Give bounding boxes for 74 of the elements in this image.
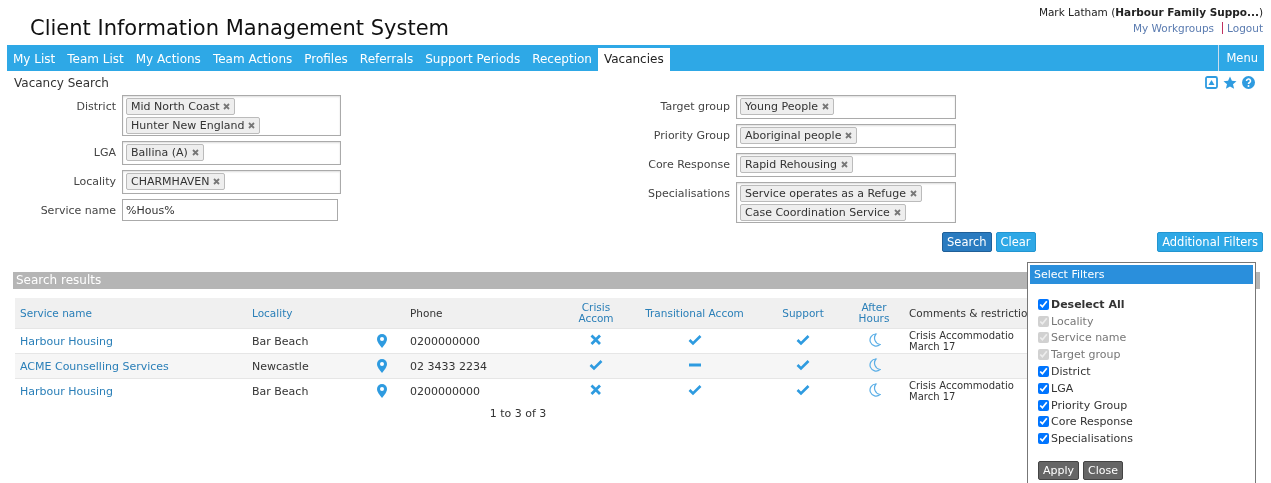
map-pin-icon[interactable]	[377, 334, 387, 348]
table-cell: Newcastle	[252, 359, 309, 373]
field-label: Target group	[659, 99, 730, 115]
app-title: Client Information Management System	[30, 15, 450, 40]
checkbox-label[interactable]: Priority Group	[1051, 398, 1128, 412]
close-button[interactable]: Close	[1083, 461, 1124, 481]
field-label: Specialisations	[647, 186, 730, 202]
map-pin-icon[interactable]	[377, 359, 387, 373]
checkbox-label[interactable]: Specialisations	[1051, 432, 1133, 446]
table-cell: 0200000000	[410, 384, 480, 398]
field-label: Locality	[72, 174, 116, 190]
field-label: LGA	[92, 145, 116, 161]
apply-button[interactable]: Apply	[1038, 461, 1080, 481]
checkbox-label[interactable]: LGA	[1051, 381, 1074, 395]
service-link[interactable]: Harbour Housing	[20, 334, 113, 348]
remove-icon[interactable]	[893, 209, 901, 216]
logout-link[interactable]: Logout	[1222, 22, 1263, 34]
tag-field[interactable]: Rapid Rehousing	[736, 153, 956, 177]
comment-text: Crisis Accommodatio March 17	[909, 330, 1015, 352]
filter-tag[interactable]: CHARMHAVEN	[126, 173, 226, 190]
filter-tag[interactable]: Hunter New England	[126, 117, 261, 134]
filter-checkbox[interactable]	[1038, 366, 1049, 378]
remove-icon[interactable]	[213, 178, 221, 185]
tag-field[interactable]: Mid North Coast Hunter New England	[122, 95, 341, 136]
collapse-icon[interactable]	[1205, 76, 1218, 89]
help-icon[interactable]	[1242, 76, 1255, 89]
filter-checkbox[interactable]	[1038, 416, 1049, 428]
remove-icon[interactable]	[223, 103, 231, 110]
checkbox-label[interactable]: Deselect All	[1051, 297, 1125, 311]
search-button[interactable]: Search	[942, 232, 992, 252]
table-cell: 02 3433 2234	[410, 359, 487, 373]
remove-icon[interactable]	[845, 132, 853, 139]
column-header: Phone	[410, 307, 444, 319]
text-field[interactable]: %Hous%	[122, 199, 338, 221]
checkbox-label[interactable]: Core Response	[1051, 415, 1133, 429]
tag-field[interactable]: Aboriginal people	[736, 124, 956, 148]
user-name: Mark Latham (Harbour Family Suppo...)	[1038, 6, 1263, 18]
table-cell: Bar Beach	[252, 384, 309, 398]
pager-text: 1 to 3 of 3	[488, 407, 548, 420]
service-link[interactable]: Harbour Housing	[20, 384, 113, 398]
field-label: District	[75, 99, 116, 115]
tag-field[interactable]: Service operates as a Refuge Case Coordination Service	[736, 182, 956, 223]
remove-icon[interactable]	[909, 190, 917, 197]
field-label: Priority Group	[652, 128, 730, 144]
checkbox-label[interactable]: District	[1051, 365, 1091, 379]
table-cell: 0200000000	[410, 334, 480, 348]
tag-field[interactable]: Young People	[736, 95, 956, 119]
filter-checkbox[interactable]	[1038, 433, 1049, 445]
filter-tag[interactable]: Ballina (A)	[126, 144, 204, 161]
filter-tag[interactable]: Rapid Rehousing	[740, 156, 853, 173]
popup-title: Select Filters	[1030, 265, 1253, 284]
remove-icon[interactable]	[248, 122, 256, 129]
section-title: Vacancy Search	[14, 76, 109, 90]
filter-tag[interactable]: Young People	[740, 98, 834, 115]
tag-field[interactable]: Ballina (A)	[122, 141, 341, 165]
remove-icon[interactable]	[841, 161, 848, 168]
star-icon[interactable]	[1223, 76, 1237, 90]
map-pin-icon[interactable]	[377, 384, 387, 398]
field-label: Core Response	[647, 157, 730, 173]
remove-icon[interactable]	[821, 103, 829, 110]
filter-checkbox[interactable]	[1038, 298, 1049, 310]
table-cell: Bar Beach	[252, 334, 309, 348]
remove-icon[interactable]	[191, 149, 199, 156]
comment-text: Crisis Accommodatio March 17	[909, 380, 1015, 402]
filter-tag[interactable]: Mid North Coast	[126, 98, 236, 115]
workgroups-link[interactable]: My Workgroups	[1132, 22, 1215, 34]
filter-checkbox[interactable]	[1038, 382, 1049, 394]
filter-tag[interactable]: Aboriginal people	[740, 127, 858, 144]
nav-tab[interactable]: Vacancies	[597, 48, 670, 71]
filter-tag[interactable]: Service operates as a Refuge	[740, 185, 922, 202]
filter-checkbox[interactable]	[1038, 399, 1049, 411]
field-label: Service name	[39, 203, 116, 219]
filter-tag[interactable]: Case Coordination Service	[740, 204, 906, 221]
tag-field[interactable]: CHARMHAVEN	[122, 170, 341, 194]
